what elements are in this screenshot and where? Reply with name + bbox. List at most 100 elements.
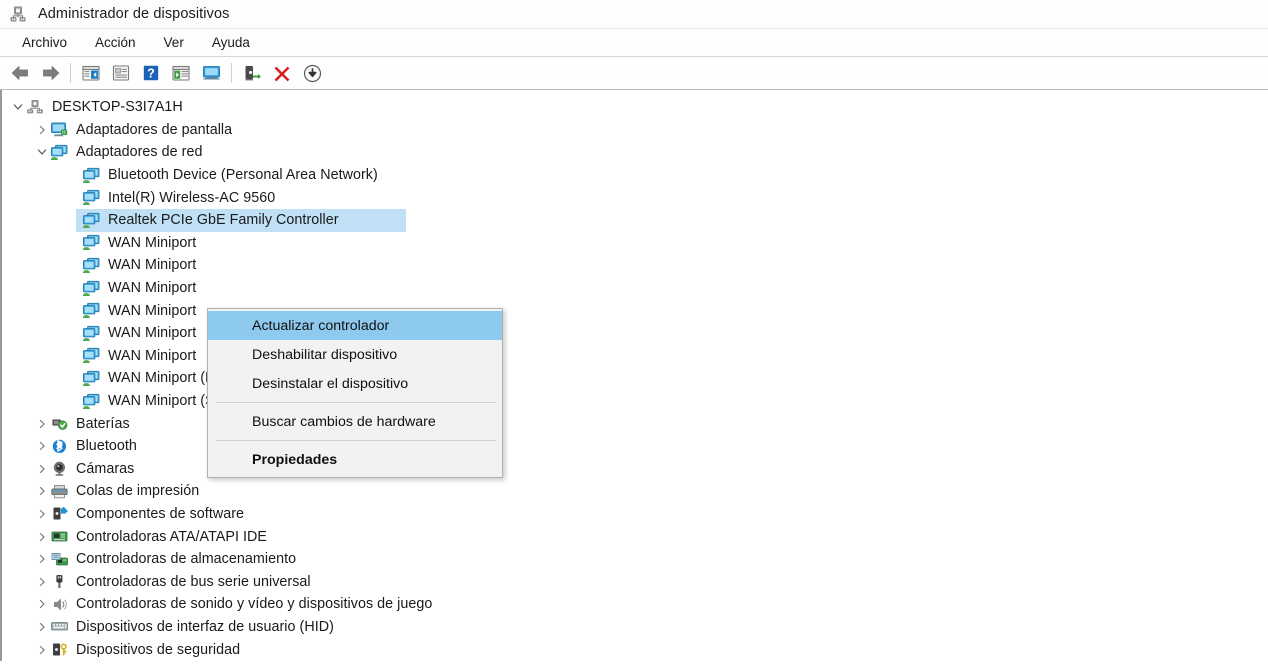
tree-item-colas-de-impresion[interactable]: Colas de impresión bbox=[2, 480, 1268, 503]
tree-item-wan-miniport-5[interactable]: WAN Miniport bbox=[2, 322, 1268, 345]
chevron-down-icon[interactable] bbox=[10, 99, 26, 115]
chevron-right-icon[interactable] bbox=[34, 529, 50, 545]
battery-icon bbox=[50, 415, 69, 432]
toolbar: ? bbox=[0, 57, 1268, 90]
network-adapter-icon bbox=[82, 212, 101, 229]
tree-item-controladoras-de-bus-serie-universal[interactable]: Controladoras de bus serie universal bbox=[2, 570, 1268, 593]
tree-item-bluetooth[interactable]: Bluetooth bbox=[2, 435, 1268, 458]
menu-ver[interactable]: Ver bbox=[154, 32, 194, 54]
tree-root-desktop[interactable]: DESKTOP-S3I7A1H bbox=[2, 96, 1268, 119]
speaker-icon bbox=[50, 596, 69, 613]
tree-item-realtek-pcie-gbe-selected[interactable]: Realtek PCIe GbE Family Controller bbox=[2, 208, 1268, 232]
show-hide-console-tree-icon[interactable] bbox=[77, 60, 105, 86]
tree-item-wan-miniport-pptp[interactable]: WAN Miniport (PPTP) bbox=[2, 367, 1268, 390]
tree-item-label: Colas de impresión bbox=[76, 483, 200, 500]
ide-controller-icon bbox=[50, 528, 69, 545]
uninstall-device-icon[interactable] bbox=[268, 60, 296, 86]
chevron-right-icon[interactable] bbox=[34, 596, 50, 612]
scan-hardware-changes-icon[interactable] bbox=[167, 60, 195, 86]
network-adapter-icon bbox=[82, 257, 101, 274]
tree-item-dispositivos-de-seguridad[interactable]: Dispositivos de seguridad bbox=[2, 638, 1268, 661]
device-manager-icon bbox=[9, 5, 27, 23]
tree-item-dispositivos-hid[interactable]: Dispositivos de interfaz de usuario (HID… bbox=[2, 616, 1268, 639]
tree-item-label: WAN Miniport bbox=[108, 347, 197, 364]
context-menu-separator-2 bbox=[216, 440, 496, 441]
chevron-right-icon[interactable] bbox=[34, 483, 50, 499]
menu-bar: Archivo Acción Ver Ayuda bbox=[0, 29, 1268, 57]
tree-item-controladoras-ata-atapi-ide[interactable]: Controladoras ATA/ATAPI IDE bbox=[2, 525, 1268, 548]
tree-item-wan-miniport-1[interactable]: WAN Miniport bbox=[2, 232, 1268, 255]
context-menu[interactable]: Actualizar controlador Deshabilitar disp… bbox=[207, 308, 503, 478]
tree-item-adaptadores-de-red[interactable]: Adaptadores de red bbox=[2, 141, 1268, 164]
tree-item-baterias[interactable]: Baterías bbox=[2, 412, 1268, 435]
help-icon[interactable]: ? bbox=[137, 60, 165, 86]
tree-item-controladoras-de-almacenamiento[interactable]: Controladoras de almacenamiento bbox=[2, 548, 1268, 571]
window-title: Administrador de dispositivos bbox=[38, 6, 230, 22]
tree-item-label: Baterías bbox=[76, 415, 130, 432]
chevron-right-icon[interactable] bbox=[34, 574, 50, 590]
tree-item-label: Realtek PCIe GbE Family Controller bbox=[108, 212, 339, 229]
ctx-scan-hardware[interactable]: Buscar cambios de hardware bbox=[208, 407, 502, 436]
title-bar: Administrador de dispositivos bbox=[0, 0, 1268, 29]
tree-item-label: Controladoras de bus serie universal bbox=[76, 573, 311, 590]
monitor-icon[interactable] bbox=[197, 60, 225, 86]
ctx-uninstall-device[interactable]: Desinstalar el dispositivo bbox=[208, 369, 502, 398]
tree-item-label: Controladoras ATA/ATAPI IDE bbox=[76, 528, 267, 545]
chevron-right-icon[interactable] bbox=[34, 438, 50, 454]
tree-item-wan-miniport-6[interactable]: WAN Miniport bbox=[2, 345, 1268, 368]
camera-icon bbox=[50, 460, 69, 477]
device-tree-pane[interactable]: DESKTOP-S3I7A1H Adaptadores de pantalla bbox=[0, 90, 1268, 661]
display-adapter-icon bbox=[50, 121, 69, 138]
tree-item-intel-wireless-ac-9560[interactable]: Intel(R) Wireless-AC 9560 bbox=[2, 186, 1268, 209]
tree-item-label: Cámaras bbox=[76, 460, 135, 477]
properties-icon[interactable] bbox=[107, 60, 135, 86]
context-menu-separator-1 bbox=[216, 402, 496, 403]
tree-item-bluetooth-device-pan[interactable]: Bluetooth Device (Personal Area Network) bbox=[2, 164, 1268, 187]
chevron-right-icon[interactable] bbox=[34, 551, 50, 567]
ctx-disable-device[interactable]: Deshabilitar dispositivo bbox=[208, 340, 502, 369]
update-driver-icon[interactable] bbox=[238, 60, 266, 86]
chevron-down-icon[interactable] bbox=[34, 144, 50, 160]
chevron-right-icon[interactable] bbox=[34, 461, 50, 477]
chevron-right-icon[interactable] bbox=[34, 506, 50, 522]
ctx-properties[interactable]: Propiedades bbox=[208, 445, 502, 474]
network-adapter-icon bbox=[82, 302, 101, 319]
tree-item-wan-miniport-4[interactable]: WAN Miniport bbox=[2, 299, 1268, 322]
disable-device-icon[interactable] bbox=[298, 60, 326, 86]
tree-item-wan-miniport-sstp[interactable]: WAN Miniport (SSTP) bbox=[2, 390, 1268, 413]
tree-item-label: WAN Miniport bbox=[108, 234, 197, 251]
network-adapter-icon bbox=[82, 325, 101, 342]
tree-item-label: Adaptadores de red bbox=[76, 144, 203, 161]
chevron-right-icon[interactable] bbox=[34, 619, 50, 635]
back-arrow-icon[interactable] bbox=[6, 60, 34, 86]
network-adapter-icon bbox=[82, 393, 101, 410]
tree-item-controladoras-de-sonido[interactable]: Controladoras de sonido y vídeo y dispos… bbox=[2, 593, 1268, 616]
tree-item-label: WAN Miniport bbox=[108, 257, 197, 274]
forward-arrow-icon[interactable] bbox=[36, 60, 64, 86]
storage-controller-icon bbox=[50, 551, 69, 568]
tree-item-wan-miniport-3[interactable]: WAN Miniport bbox=[2, 277, 1268, 300]
toolbar-separator-1 bbox=[70, 63, 71, 83]
tree-item-adaptadores-de-pantalla[interactable]: Adaptadores de pantalla bbox=[2, 119, 1268, 142]
network-adapter-icon bbox=[82, 167, 101, 184]
tree-item-label: Dispositivos de interfaz de usuario (HID… bbox=[76, 618, 334, 635]
tree-root-label: DESKTOP-S3I7A1H bbox=[52, 99, 183, 116]
tree-item-camaras[interactable]: Cámaras bbox=[2, 458, 1268, 481]
network-adapter-icon bbox=[82, 370, 101, 387]
tree-item-componentes-de-software[interactable]: Componentes de software bbox=[2, 503, 1268, 526]
network-adapter-icon bbox=[82, 189, 101, 206]
tree-item-label: Controladoras de sonido y vídeo y dispos… bbox=[76, 596, 433, 613]
tree-item-label: Intel(R) Wireless-AC 9560 bbox=[108, 189, 276, 206]
menu-archivo[interactable]: Archivo bbox=[12, 32, 77, 54]
menu-ayuda[interactable]: Ayuda bbox=[202, 32, 260, 54]
tree-item-wan-miniport-2[interactable]: WAN Miniport bbox=[2, 254, 1268, 277]
ctx-update-driver[interactable]: Actualizar controlador bbox=[208, 311, 502, 340]
tree-item-label: Adaptadores de pantalla bbox=[76, 121, 233, 138]
menu-accion[interactable]: Acción bbox=[85, 32, 146, 54]
chevron-right-icon[interactable] bbox=[34, 416, 50, 432]
tree-item-label: Componentes de software bbox=[76, 505, 245, 522]
hid-icon bbox=[50, 618, 69, 635]
chevron-right-icon[interactable] bbox=[34, 122, 50, 138]
chevron-right-icon[interactable] bbox=[34, 642, 50, 658]
network-adapter-icon bbox=[82, 347, 101, 364]
